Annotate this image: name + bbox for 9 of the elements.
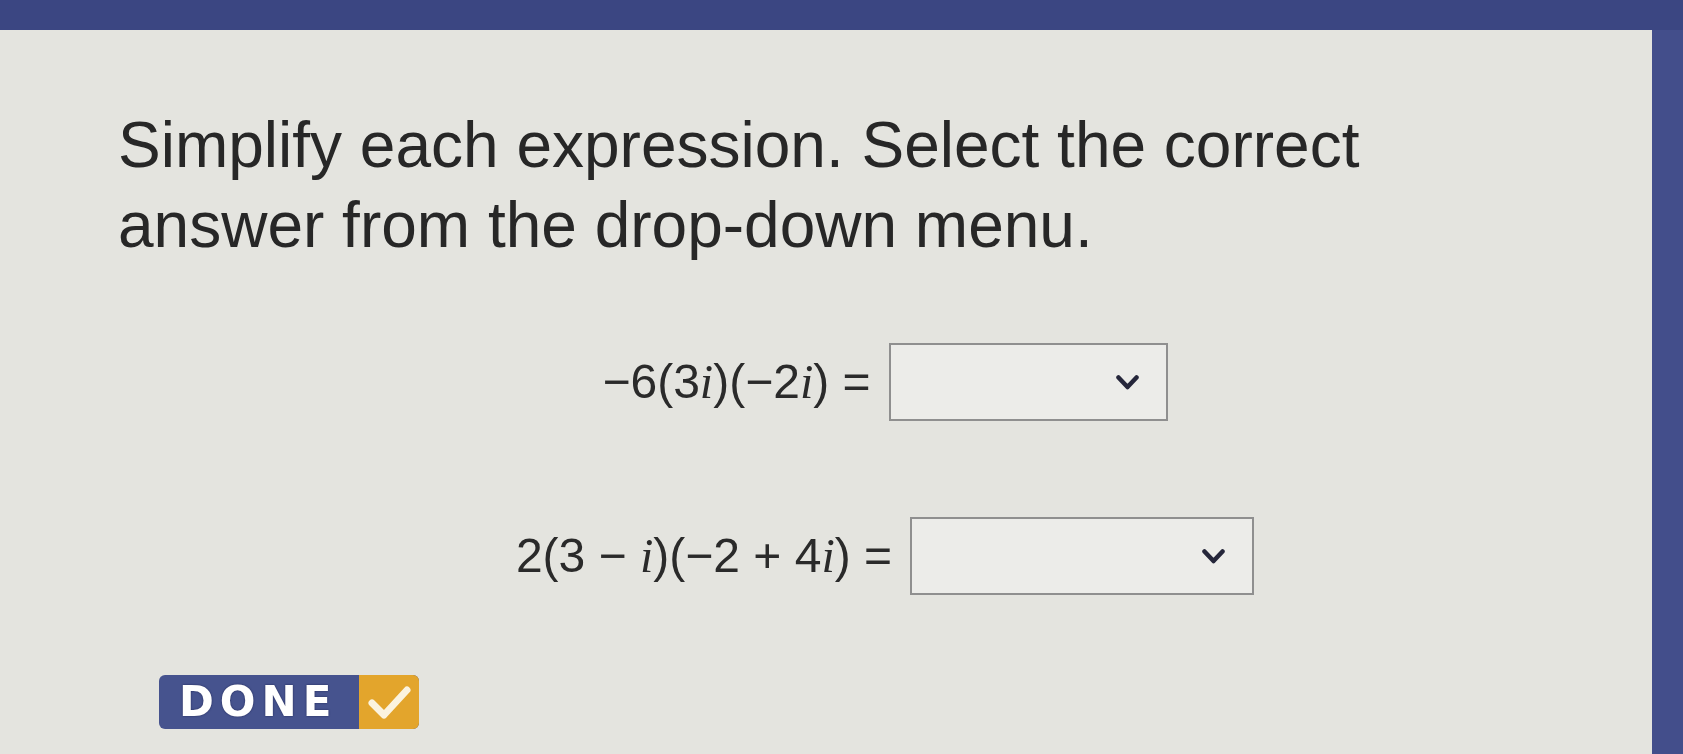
chevron-down-icon — [1202, 548, 1226, 564]
instructions-text: Simplify each expression. Select the correct answer from the drop-down menu. — [118, 108, 1361, 263]
answer-dropdown[interactable] — [910, 517, 1255, 595]
math-expression: 2(3 − i)(−2 + 4i) = — [515, 528, 893, 585]
chevron-down-icon — [1115, 374, 1139, 390]
done-button[interactable]: DONE — [159, 675, 420, 729]
check-icon — [359, 675, 420, 729]
math-expression: −6(3i)(−2i) = — [602, 354, 871, 411]
answer-dropdown[interactable] — [888, 343, 1168, 421]
